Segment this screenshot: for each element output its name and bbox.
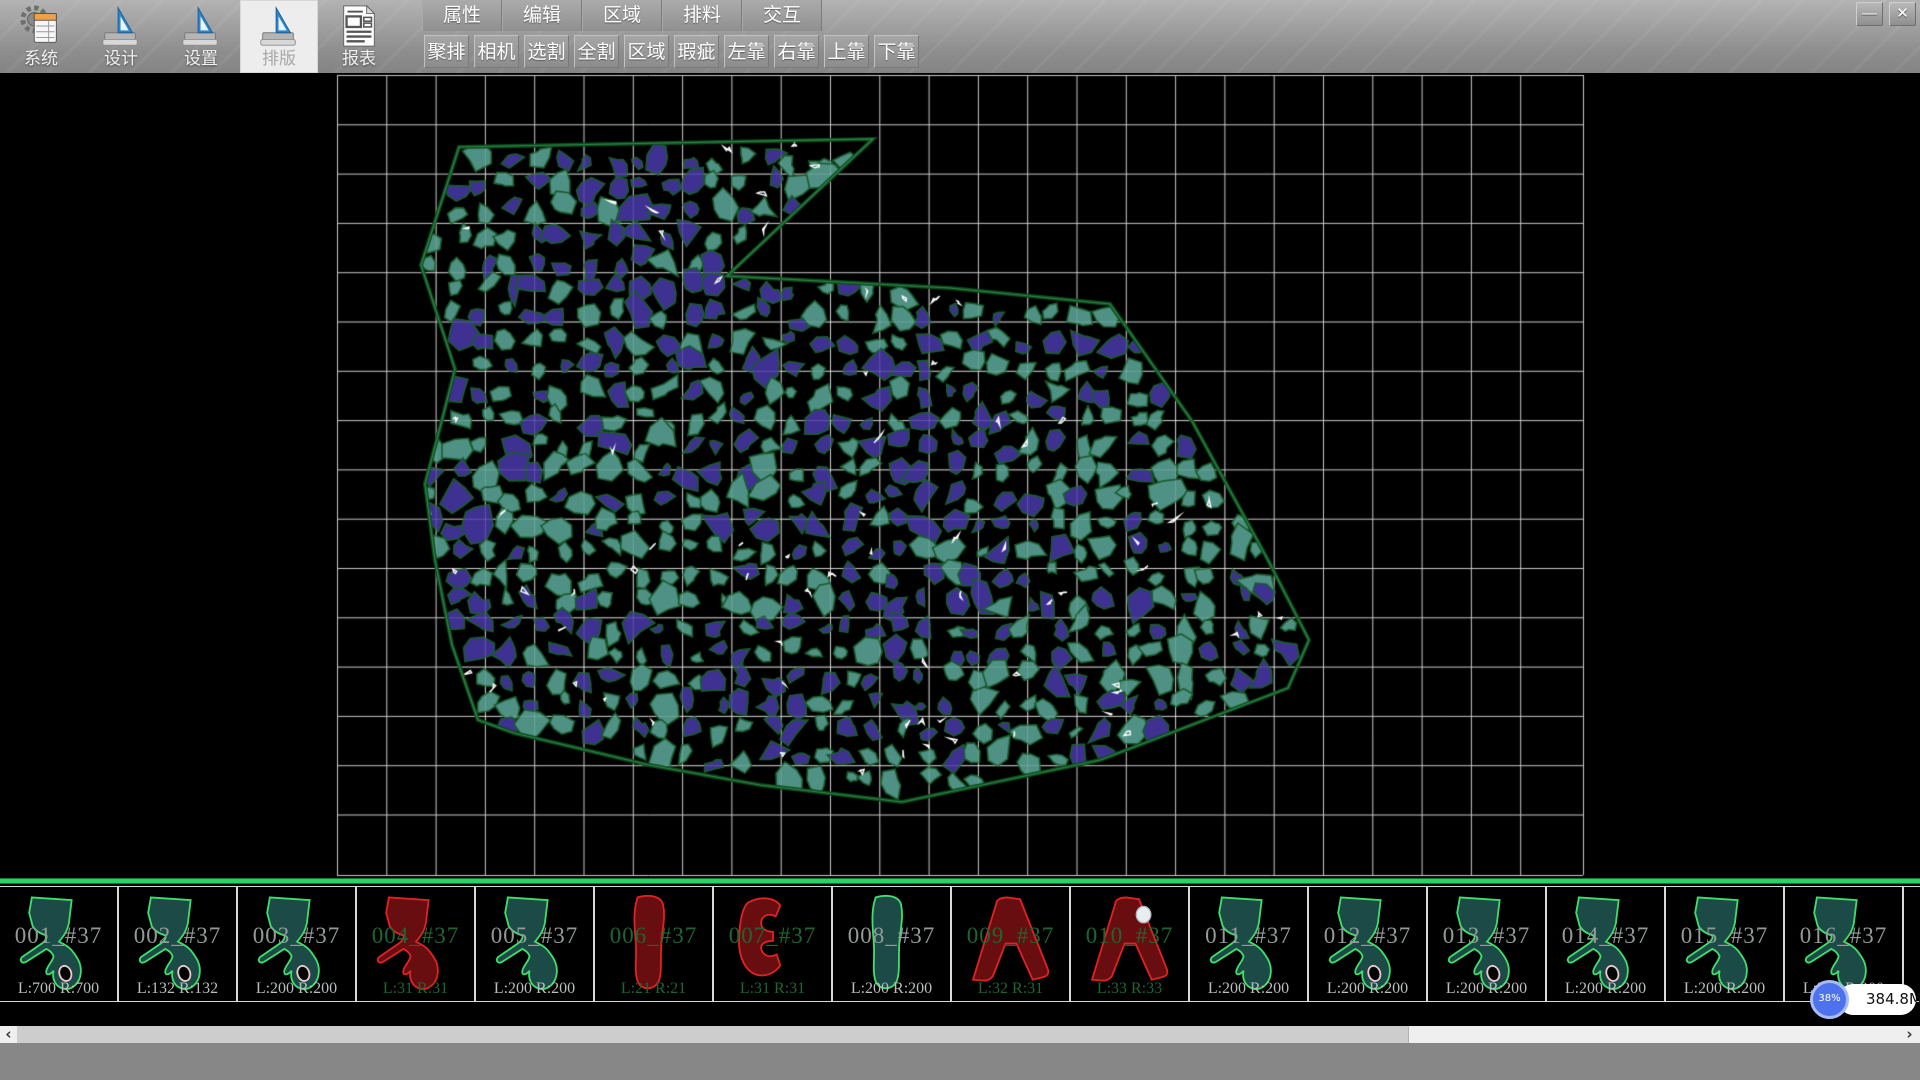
piece-lr-count: L:200 R:200 — [1428, 980, 1545, 998]
toolbar: 系统设计设置排版报表 属性编辑区域排料交互 聚排相机选割全割区域瑕疵左靠右靠上靠… — [0, 0, 1920, 75]
piece-thumbnail-10[interactable]: 010_#37 L:33 R:33 — [1071, 887, 1190, 1001]
piece-lr-count: L:200 R:200 — [833, 980, 950, 998]
piece-thumbnail-14[interactable]: 014_#37 L:200 R:200 — [1547, 887, 1666, 1001]
piece-id: 001_#37 — [0, 923, 117, 949]
nav-tab-2[interactable]: 设计 — [88, 0, 154, 73]
piece-thumbnail-11[interactable]: 011_#37 L:200 R:200 — [1190, 887, 1309, 1001]
tool-button-2[interactable]: 相机 — [474, 35, 519, 68]
set-square-icon — [240, 3, 318, 49]
tool-button-4[interactable]: 全割 — [574, 35, 619, 68]
piece-id: 014_#37 — [1547, 923, 1664, 949]
piece-id: 009_#37 — [952, 923, 1069, 949]
gear-table-icon — [8, 3, 74, 49]
nav-tab-1[interactable]: 系统 — [8, 0, 74, 73]
piece-lr-count: L:33 R:33 — [1071, 980, 1188, 998]
piece-thumbnail-9[interactable]: 009_#37 L:32 R:31 — [952, 887, 1071, 1001]
piece-thumbnail-7[interactable]: 007_#37 L:31 R:31 — [714, 887, 833, 1001]
horizontal-scrollbar[interactable]: ‹ › — [0, 1026, 1920, 1043]
piece-thumbnail-17[interactable] — [1904, 887, 1920, 1001]
piece-id: 011_#37 — [1190, 923, 1307, 949]
scrollbar-thumb[interactable] — [17, 1026, 1409, 1043]
progress-percent: 38% — [1813, 993, 1846, 1004]
minimize-button[interactable]: — — [1856, 2, 1883, 26]
piece-id: 003_#37 — [238, 923, 355, 949]
nav-tab-label: 报表 — [326, 49, 392, 69]
window-controls: — ✕ — [1856, 2, 1916, 26]
nesting-canvas[interactable] — [0, 73, 1920, 878]
piece-lr-count: L:700 R:700 — [0, 980, 117, 998]
piece-lr-count: L:200 R:200 — [1190, 980, 1307, 998]
piece-thumbnail-5[interactable]: 005_#37 L:200 R:200 — [476, 887, 595, 1001]
piece-lr-count: L:200 R:200 — [1547, 980, 1664, 998]
piece-id: 013_#37 — [1428, 923, 1545, 949]
scroll-left-arrow[interactable]: ‹ — [0, 1026, 17, 1043]
tool-bar: 聚排相机选割全割区域瑕疵左靠右靠上靠下靠 — [424, 35, 919, 68]
piece-id: 016_#37 — [1785, 923, 1902, 949]
piece-lr-count: L:31 R:31 — [714, 980, 831, 998]
piece-lr-count: L:21 R:21 — [595, 980, 712, 998]
piece-thumbnail-4[interactable]: 004_#37 L:31 R:31 — [357, 887, 476, 1001]
tool-button-6[interactable]: 瑕疵 — [674, 35, 719, 68]
piece-id: 005_#37 — [476, 923, 593, 949]
piece-id: 015_#37 — [1666, 923, 1783, 949]
menu-item-2[interactable]: 编辑 — [502, 0, 582, 31]
nav-tab-3[interactable]: 设置 — [168, 0, 234, 73]
strip-separator — [0, 878, 1920, 884]
piece-thumbnail-6[interactable]: 006_#37 L:21 R:21 — [595, 887, 714, 1001]
nav-tab-label: 系统 — [8, 49, 74, 69]
memory-pill: 384.8M — [1838, 984, 1916, 1015]
tool-button-7[interactable]: 左靠 — [724, 35, 769, 68]
piece-id: 004_#37 — [357, 923, 474, 949]
piece-lr-count: L:200 R:200 — [1309, 980, 1426, 998]
piece-thumbnail-2[interactable]: 002_#37 L:132 R:132 — [119, 887, 238, 1001]
menu-item-3[interactable]: 区域 — [582, 0, 662, 31]
piece-thumbnail-13[interactable]: 013_#37 L:200 R:200 — [1428, 887, 1547, 1001]
close-button[interactable]: ✕ — [1889, 2, 1916, 26]
nav-tab-label: 设置 — [168, 49, 234, 69]
menu-item-1[interactable]: 属性 — [422, 0, 502, 31]
piece-id: 010_#37 — [1071, 923, 1188, 949]
nav-tab-label: 设计 — [88, 49, 154, 69]
piece-id: 008_#37 — [833, 923, 950, 949]
piece-lr-count: L:31 R:31 — [357, 980, 474, 998]
set-square-icon — [88, 3, 154, 49]
tool-button-9[interactable]: 上靠 — [824, 35, 869, 68]
piece-shape — [1915, 892, 1920, 996]
piece-thumbnail-15[interactable]: 015_#37 L:200 R:200 — [1666, 887, 1785, 1001]
tool-button-5[interactable]: 区域 — [624, 35, 669, 68]
piece-lr-count: L:200 R:200 — [476, 980, 593, 998]
menu-item-5[interactable]: 交互 — [742, 0, 822, 31]
tool-button-1[interactable]: 聚排 — [424, 35, 469, 68]
piece-lr-count: L:32 R:31 — [952, 980, 1069, 998]
piece-thumbnail-3[interactable]: 003_#37 L:200 R:200 — [238, 887, 357, 1001]
piece-lr-count: L:132 R:132 — [119, 980, 236, 998]
nav-tab-5[interactable]: 报表 — [326, 0, 392, 73]
scroll-right-arrow[interactable]: › — [1901, 1026, 1918, 1043]
set-square-icon — [168, 3, 234, 49]
status-bar — [0, 1043, 1920, 1080]
nav-tab-label: 排版 — [240, 49, 318, 69]
piece-lr-count: L:200 R:200 — [238, 980, 355, 998]
punch-hole — [1136, 906, 1150, 922]
tool-button-10[interactable]: 下靠 — [874, 35, 919, 68]
nav-tab-4[interactable]: 排版 — [240, 0, 318, 73]
pieces-strip: 001_#37L:700 R:700002_#37L:132 R:132003_… — [0, 886, 1920, 1002]
tool-button-3[interactable]: 选割 — [524, 35, 569, 68]
progress-circle: 38% — [1810, 980, 1849, 1019]
report-icon — [326, 3, 392, 49]
tool-button-8[interactable]: 右靠 — [774, 35, 819, 68]
menu-bar: 属性编辑区域排料交互 — [422, 0, 822, 31]
piece-id: 006_#37 — [595, 923, 712, 949]
nesting-canvas-area[interactable] — [0, 73, 1920, 878]
app-window: 系统设计设置排版报表 属性编辑区域排料交互 聚排相机选割全割区域瑕疵左靠右靠上靠… — [0, 0, 1920, 1080]
piece-id: 012_#37 — [1309, 923, 1426, 949]
piece-lr-count: L:200 R:200 — [1666, 980, 1783, 998]
piece-id: 007_#37 — [714, 923, 831, 949]
piece-thumbnail-1[interactable]: 001_#37 L:700 R:700 — [0, 887, 119, 1001]
menu-item-4[interactable]: 排料 — [662, 0, 742, 31]
piece-thumbnail-12[interactable]: 012_#37 L:200 R:200 — [1309, 887, 1428, 1001]
piece-id: 002_#37 — [119, 923, 236, 949]
piece-thumbnail-8[interactable]: 008_#37 L:200 R:200 — [833, 887, 952, 1001]
memory-value: 384.8M — [1866, 990, 1920, 1008]
